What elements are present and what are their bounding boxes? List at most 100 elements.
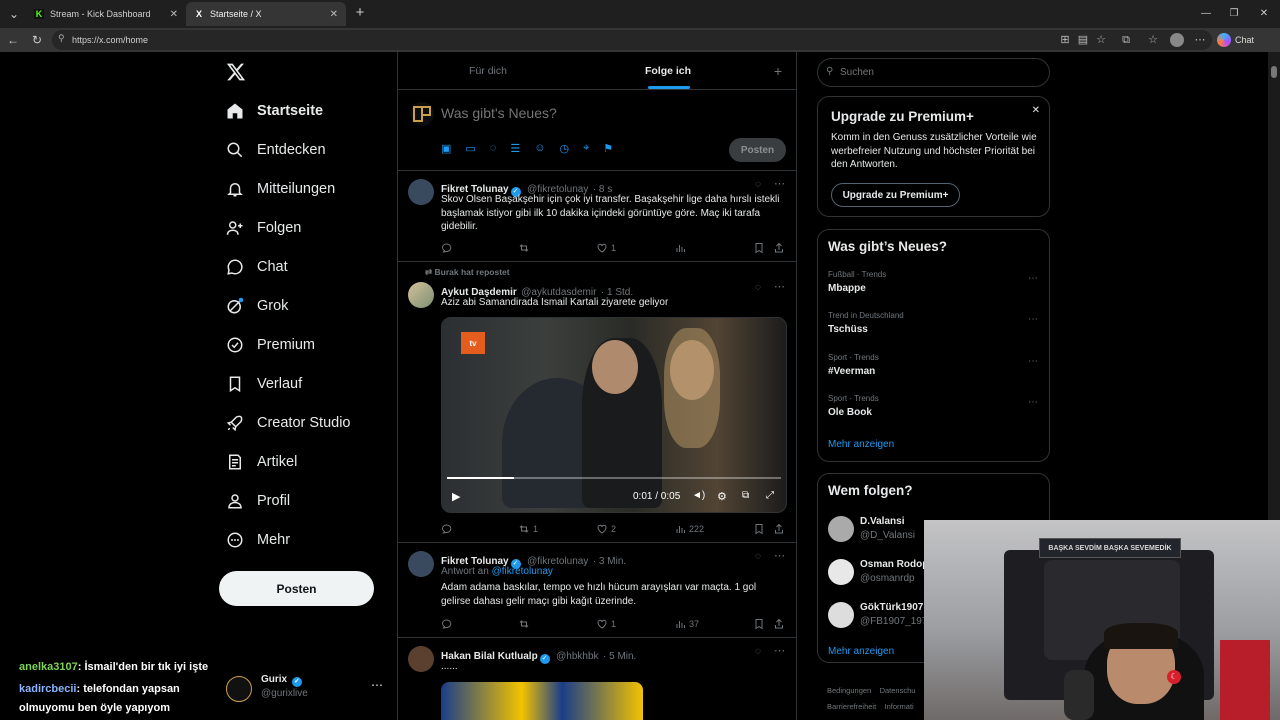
tweet[interactable]: ⇄ Burak hat repostet Aykut Daşdemir @ayk…	[398, 262, 796, 543]
play-icon[interactable]: ▶	[452, 490, 460, 503]
grok-explain-icon[interactable]: ◌	[755, 282, 761, 293]
nav-item-profile[interactable]: Profil	[224, 486, 290, 516]
share-button[interactable]	[773, 618, 785, 630]
close-icon[interactable]: ✕	[1032, 105, 1040, 116]
tab-for-you[interactable]: Für dich	[398, 52, 578, 89]
profile-avatar[interactable]	[1170, 33, 1184, 47]
volume-icon[interactable]: ◄)	[692, 490, 705, 501]
grok-compose-icon[interactable]: ◌	[490, 142, 497, 155]
nav-item-premium[interactable]: Premium	[224, 330, 315, 360]
tweet[interactable]: Hakan Bilal Kutlualp ✓ @hbkhbk · 5 Min. ◌…	[398, 638, 796, 720]
extensions-icon[interactable]: ⧉	[1119, 33, 1133, 47]
schedule-icon[interactable]: ◷	[559, 142, 569, 155]
tweet-avatar[interactable]	[408, 282, 434, 308]
reply-button[interactable]	[441, 523, 456, 535]
tab-list-icon[interactable]: ⌄	[6, 6, 22, 22]
trend-more-icon[interactable]: ⋯	[1028, 356, 1039, 367]
nav-item-explore[interactable]: Entdecken	[224, 135, 326, 165]
trend-item[interactable]: Sport · Trends Ole Book ⋯	[818, 391, 1049, 431]
like-button[interactable]: 1	[596, 242, 616, 254]
share-button[interactable]	[773, 242, 785, 254]
tweet[interactable]: Fikret Tolunay ✓ @fikretolunay · 3 Min. ◌…	[398, 543, 796, 638]
tab-x-home[interactable]: X Startseite / X ✕	[186, 2, 346, 26]
trend-more-icon[interactable]: ⋯	[1028, 397, 1039, 408]
compose-post-button[interactable]: Posten	[729, 138, 786, 162]
nav-item-bookmarks[interactable]: Verlauf	[224, 369, 302, 399]
nav-item-follow[interactable]: Folgen	[224, 213, 301, 243]
emoji-icon[interactable]: ☺	[534, 142, 545, 155]
location-icon[interactable]: ⌖	[583, 142, 589, 155]
footer-link[interactable]: Bedingungen	[827, 686, 871, 695]
gif-icon[interactable]: ▭	[465, 142, 475, 155]
tab-following[interactable]: Folge ich	[578, 52, 758, 89]
address-bar[interactable]: ⚲ https://x.com/home	[52, 30, 1212, 50]
reply-button[interactable]	[441, 242, 456, 254]
tweet-more-icon[interactable]: ⋯	[774, 280, 785, 293]
tweet-more-icon[interactable]: ⋯	[774, 644, 785, 657]
repost-button[interactable]: 1	[518, 523, 538, 535]
trend-item[interactable]: Sport · Trends #Veerman ⋯	[818, 350, 1049, 390]
repost-button[interactable]	[518, 242, 533, 254]
favorites-icon[interactable]: ☆	[1146, 33, 1160, 47]
reply-button[interactable]	[441, 618, 456, 630]
nav-item-chat[interactable]: Chat	[224, 252, 288, 282]
nav-item-more[interactable]: Mehr	[224, 525, 290, 555]
trend-more-icon[interactable]: ⋯	[1028, 273, 1039, 284]
footer-link[interactable]: Datenschu	[880, 686, 916, 695]
poll-icon[interactable]: ☰	[510, 142, 520, 155]
show-more-trends-link[interactable]: Mehr anzeigen	[828, 439, 894, 450]
reply-to-link[interactable]: @fikretolunay	[492, 566, 553, 577]
scrollbar-thumb[interactable]	[1271, 66, 1277, 78]
fullscreen-icon[interactable]: ⤢	[766, 490, 774, 501]
views-button[interactable]: 222	[674, 523, 704, 535]
nav-item-grok[interactable]: Grok	[224, 291, 288, 321]
trend-item[interactable]: Fußball · Trends Mbappe ⋯	[818, 267, 1049, 307]
add-feed-icon[interactable]: +	[766, 52, 790, 89]
reader-icon[interactable]: ▤	[1076, 33, 1090, 47]
restore-icon[interactable]: ❐	[1226, 6, 1242, 22]
views-button[interactable]: 37	[674, 618, 699, 630]
grok-explain-icon[interactable]: ◌	[755, 646, 761, 657]
close-window-icon[interactable]: ✕	[1256, 6, 1272, 22]
nav-item-notifications[interactable]: Mitteilungen	[224, 174, 335, 204]
more-menu-icon[interactable]: ⋯	[1193, 33, 1207, 47]
search-input[interactable]	[840, 67, 1030, 78]
like-button[interactable]: 1	[596, 618, 616, 630]
flag-icon[interactable]: ⚑	[603, 142, 613, 155]
nav-item-articles[interactable]: Artikel	[224, 447, 297, 477]
video-progress-track[interactable]	[447, 477, 781, 479]
show-more-follow-link[interactable]: Mehr anzeigen	[828, 646, 894, 657]
account-switcher[interactable]: Gurix ✓ @gurixlive ⋯	[226, 672, 386, 712]
x-logo-icon[interactable]	[226, 62, 246, 82]
search-box[interactable]: ⚲	[817, 58, 1050, 87]
new-tab-icon[interactable]: +	[352, 5, 368, 21]
copilot-chat-button[interactable]: Chat	[1217, 33, 1254, 47]
tweet-avatar[interactable]	[408, 551, 434, 577]
nav-item-home[interactable]: Startseite	[224, 96, 323, 126]
settings-icon[interactable]: ⚙	[717, 490, 727, 503]
picture-in-picture-icon[interactable]: ⧉	[742, 490, 749, 501]
reload-icon[interactable]: ↻	[29, 32, 45, 48]
bookmark-button[interactable]	[753, 618, 765, 630]
site-info-icon[interactable]: ⚲	[58, 33, 65, 44]
views-button[interactable]	[674, 242, 689, 254]
bookmark-button[interactable]	[753, 523, 765, 535]
back-icon[interactable]: ←	[5, 32, 21, 48]
minimize-icon[interactable]: —	[1198, 6, 1214, 22]
tweet-more-icon[interactable]: ⋯	[774, 177, 785, 190]
apps-icon[interactable]: ⊞	[1058, 33, 1072, 47]
grok-explain-icon[interactable]: ◌	[755, 551, 761, 562]
footer-link[interactable]: Barrierefreiheit	[827, 702, 876, 711]
video-player[interactable]: tv ▶ 0:01 / 0:05 ◄) ⚙ ⧉ ⤢	[441, 317, 787, 513]
grok-explain-icon[interactable]: ◌	[755, 179, 761, 190]
close-tab-icon[interactable]: ✕	[330, 9, 338, 20]
bookmark-button[interactable]	[753, 242, 765, 254]
post-button[interactable]: Posten	[219, 571, 374, 606]
tweet-image[interactable]	[441, 682, 643, 720]
repost-button[interactable]	[518, 618, 533, 630]
trend-item[interactable]: Trend in Deutschland Tschüss ⋯	[818, 308, 1049, 348]
like-button[interactable]: 2	[596, 523, 616, 535]
nav-item-creator-studio[interactable]: Creator Studio	[224, 408, 351, 438]
tab-kick-dashboard[interactable]: K Stream - Kick Dashboard ✕	[26, 2, 186, 26]
tweet[interactable]: Fikret Tolunay ✓ @fikretolunay · 8 s ◌ ⋯ …	[398, 171, 796, 262]
